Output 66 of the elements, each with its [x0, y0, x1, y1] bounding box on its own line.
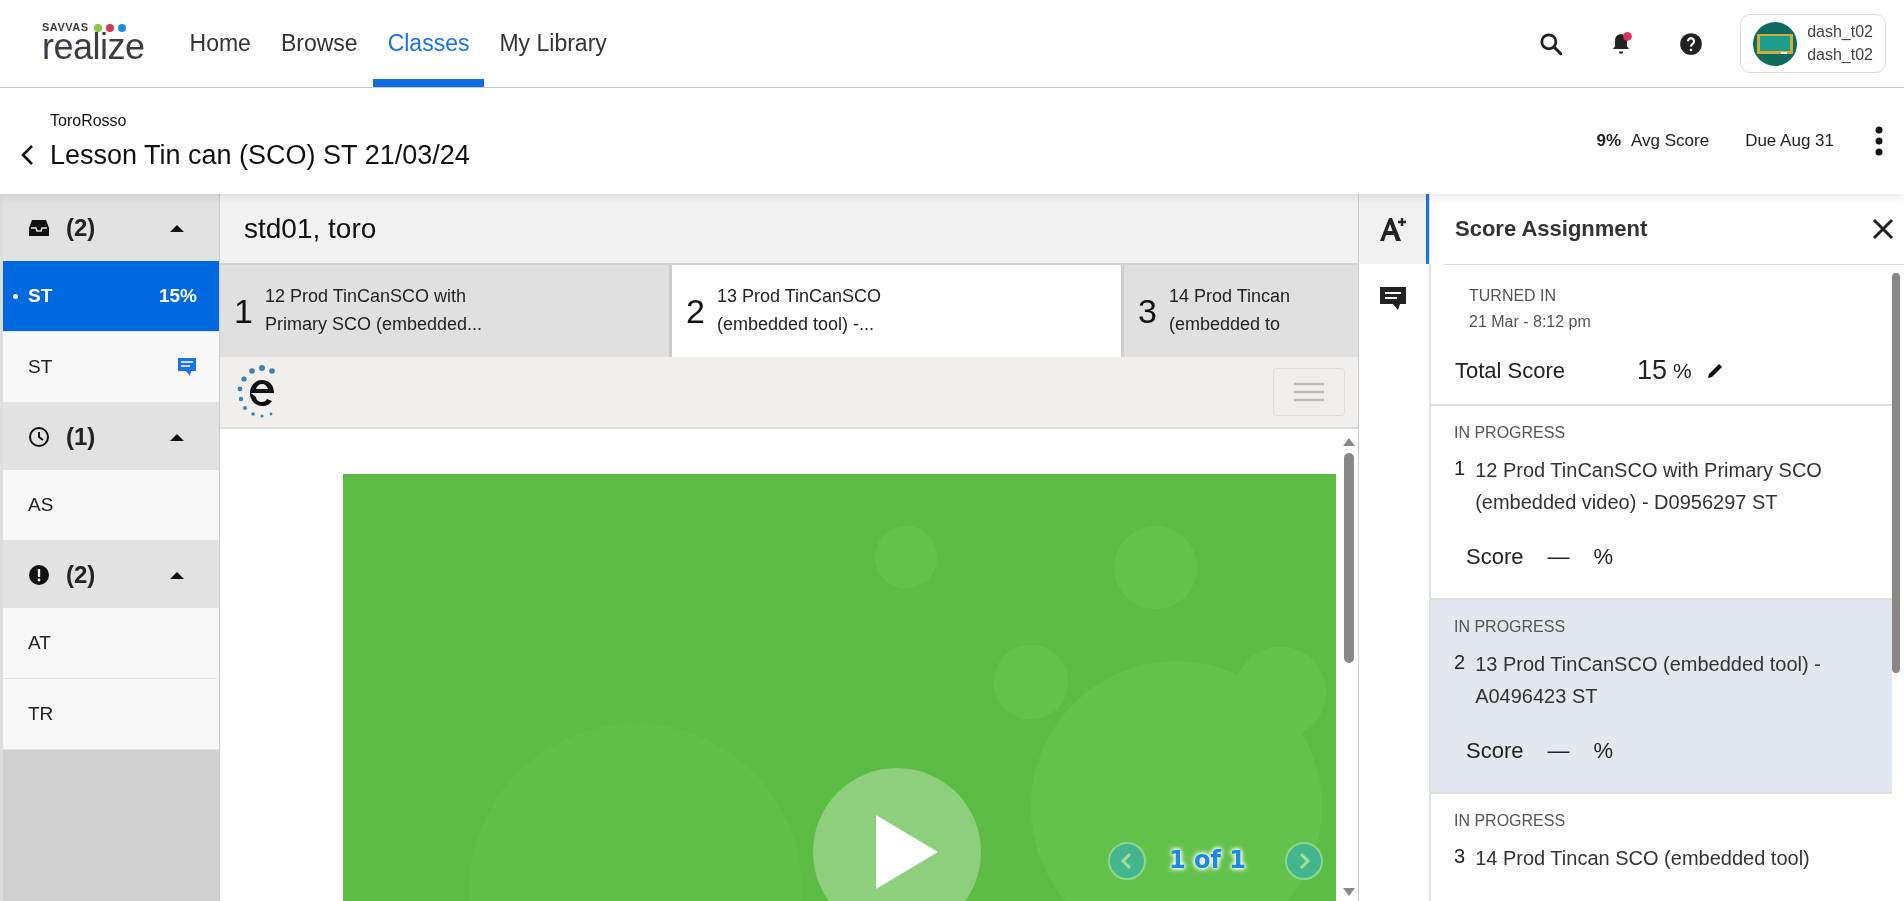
item-number: 3: [1454, 844, 1466, 869]
student-row[interactable]: AT: [3, 608, 219, 679]
scrollbar-thumb[interactable]: [1892, 273, 1900, 673]
student-row[interactable]: TR: [3, 679, 219, 750]
item-title: 12 Prod TinCanSCO with Primary SCO (embedded video) - D0956297 ST: [1475, 458, 1823, 515]
class-name: ToroRosso: [50, 111, 128, 130]
group-count: (2): [66, 560, 96, 589]
score-value: —: [1547, 544, 1570, 570]
status-group-header[interactable]: (2): [3, 541, 219, 608]
grade-icon: [1377, 215, 1408, 243]
status-group-header[interactable]: (2): [3, 194, 219, 261]
total-score-value: 15: [1637, 355, 1668, 386]
caret-icon[interactable]: [169, 569, 185, 580]
score-label: Score: [1466, 544, 1524, 570]
student-name: std01, toro: [244, 212, 377, 245]
menu-icon: [1292, 382, 1326, 402]
scroll-up-icon[interactable]: [1342, 437, 1356, 447]
group-count: (1): [66, 422, 96, 451]
nav-tab[interactable]: Browse: [265, 0, 373, 87]
close-icon[interactable]: [1872, 218, 1894, 240]
scrollbar-thumb[interactable]: [1344, 453, 1354, 663]
user-menu-button[interactable]: dash_t02 dash_t02: [1740, 14, 1886, 73]
status-label: IN PROGRESS: [1454, 812, 1567, 830]
percent-unit: %: [1593, 544, 1614, 570]
comment-icon: [1378, 286, 1407, 312]
status-label: IN PROGRESS: [1454, 618, 1567, 636]
assignment-title: Lesson Tin can (SCO) ST 21/03/24: [50, 139, 470, 171]
status-label: TURNED IN: [1469, 287, 1558, 305]
help-icon[interactable]: [1678, 30, 1705, 57]
student-row[interactable]: ST: [3, 332, 219, 403]
status-label: IN PROGRESS: [1454, 424, 1567, 442]
nav-tab[interactable]: My Library: [484, 0, 622, 87]
status-group-header[interactable]: (1): [3, 403, 219, 470]
edit-pencil-icon[interactable]: [1705, 361, 1724, 380]
item-number: 1: [1454, 456, 1466, 481]
group-count: (2): [66, 213, 96, 242]
percent-unit: %: [1593, 738, 1614, 764]
nav-tab[interactable]: Classes: [372, 0, 485, 87]
nav-tab[interactable]: Home: [174, 0, 266, 87]
average-score-label: Avg Score: [1631, 131, 1710, 151]
item-score-card[interactable]: IN PROGRESS 3 14 Prod Tincan SCO (embedded tool): [1431, 794, 1892, 901]
item-score-card[interactable]: IN PROGRESS 2 13 Prod TinCanSCO (embedded tool) - A0496423 ST Score — %: [1431, 600, 1892, 794]
student-row[interactable]: ST 15%: [3, 261, 219, 332]
alert-icon: [28, 563, 50, 586]
scroll-down-icon[interactable]: [1342, 887, 1356, 897]
tool-button[interactable]: [1359, 194, 1429, 264]
panel-title: Score Assignment: [1455, 216, 1648, 242]
student-row[interactable]: AS: [3, 470, 219, 541]
due-date: Due Aug 31: [1745, 131, 1834, 151]
page-counter: 1 of 1: [1169, 846, 1247, 874]
score-value: —: [1547, 738, 1570, 764]
score-label: Score: [1466, 738, 1524, 764]
item-number: 2: [1454, 650, 1466, 675]
turned-in-date: 21 Mar - 8:12 pm: [1469, 313, 1592, 331]
average-score-value: 9%: [1596, 131, 1621, 151]
clock-icon: [28, 425, 50, 448]
item-title: 13 Prod TinCanSCO (embedded tool) - A0496423 ST: [1475, 652, 1822, 709]
total-score-label: Total Score: [1455, 357, 1567, 384]
percent-unit: %: [1673, 358, 1692, 383]
inbox-icon: [28, 217, 50, 238]
search-icon[interactable]: [1538, 30, 1565, 57]
caret-icon[interactable]: [169, 222, 185, 233]
item-title: 14 Prod Tincan SCO (embedded tool): [1475, 846, 1810, 871]
chalkboard-avatar-icon: [1753, 21, 1798, 66]
caret-icon[interactable]: [169, 431, 185, 442]
more-options-icon[interactable]: [1874, 126, 1884, 156]
